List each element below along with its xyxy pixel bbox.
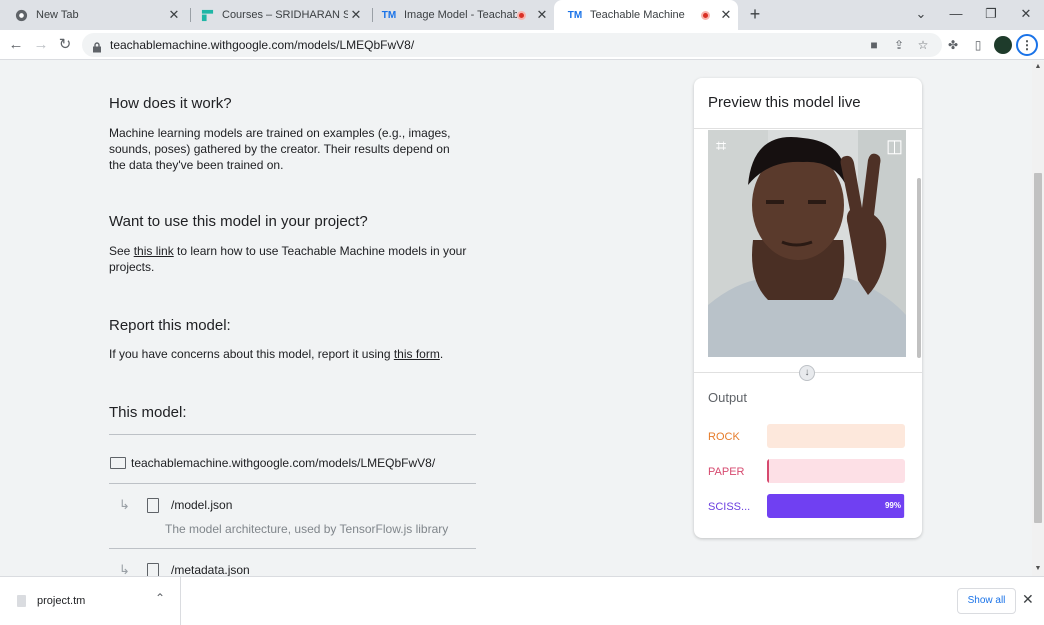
scroll-down-icon[interactable]: ▼ bbox=[1034, 565, 1042, 572]
file-icon bbox=[147, 562, 159, 576]
close-shelf-icon[interactable]: ✕ bbox=[1022, 591, 1034, 608]
class-label-scissors: SCISS... bbox=[708, 501, 751, 513]
folder-icon bbox=[110, 457, 126, 469]
url-text: teachablemachine.withgoogle.com/models/L… bbox=[110, 38, 415, 52]
bookmark-star-icon[interactable]: ☆ bbox=[914, 36, 932, 54]
download-shelf: project.tm ⌃ Show all ✕ bbox=[0, 576, 1044, 625]
file-row-model-json: ↳ /model.json bbox=[119, 497, 232, 513]
close-tab-icon[interactable]: ✕ bbox=[718, 7, 734, 23]
how-text: Machine learning models are trained on e… bbox=[109, 126, 451, 172]
minimize-icon[interactable]: — bbox=[946, 4, 966, 24]
new-tab-button[interactable]: + bbox=[745, 4, 765, 24]
class-label-paper: PAPER bbox=[708, 466, 745, 478]
output-label: Output bbox=[708, 390, 748, 405]
download-file-name: project.tm bbox=[37, 595, 86, 607]
report-form-link[interactable]: this form bbox=[394, 347, 440, 361]
this-link[interactable]: this link bbox=[134, 244, 174, 258]
arrow-down-icon[interactable]: ↓ bbox=[799, 365, 815, 381]
subdirectory-arrow-icon: ↳ bbox=[119, 562, 130, 576]
divider bbox=[109, 548, 476, 549]
flip-camera-icon[interactable]: ◫ bbox=[886, 136, 903, 157]
close-window-icon[interactable]: ✕ bbox=[1016, 4, 1036, 24]
close-tab-icon[interactable]: ✕ bbox=[166, 7, 182, 23]
side-panel-icon[interactable]: ▯ bbox=[969, 36, 987, 54]
file-row-metadata-json: ↳ /metadata.json bbox=[119, 562, 250, 576]
chrome-icon bbox=[14, 8, 28, 22]
share-icon[interactable]: ⇪ bbox=[890, 36, 908, 54]
report-heading: Report this model: bbox=[109, 317, 231, 334]
close-tab-icon[interactable]: ✕ bbox=[534, 7, 550, 23]
file-icon bbox=[17, 595, 26, 607]
tab-search-icon[interactable]: ⌄ bbox=[911, 4, 931, 24]
browser-toolbar: ← → ↻ teachablemachine.withgoogle.com/mo… bbox=[0, 30, 1044, 60]
file-icon bbox=[147, 497, 159, 513]
divider bbox=[109, 434, 476, 435]
restore-icon[interactable]: ❐ bbox=[981, 4, 1001, 24]
tab-courses[interactable]: Courses – SRIDHARAN S – Learn ✕ bbox=[186, 0, 372, 30]
address-bar[interactable]: teachablemachine.withgoogle.com/models/L… bbox=[82, 33, 942, 57]
chevron-up-icon[interactable]: ⌃ bbox=[155, 591, 165, 605]
confidence-bar-rock bbox=[767, 424, 905, 448]
avatar[interactable] bbox=[994, 36, 1012, 54]
recording-icon bbox=[517, 10, 526, 20]
courses-icon bbox=[200, 8, 214, 22]
download-item[interactable]: project.tm ⌃ bbox=[0, 577, 181, 625]
forward-icon[interactable]: → bbox=[31, 35, 51, 55]
divider bbox=[694, 128, 922, 129]
tab-title: Image Model - Teachable Ma bbox=[404, 9, 517, 21]
tab-new-tab[interactable]: New Tab ✕ bbox=[0, 0, 190, 30]
scrollbar-thumb[interactable] bbox=[1034, 173, 1042, 523]
model-heading: This model: bbox=[109, 404, 187, 421]
subdirectory-arrow-icon: ↳ bbox=[119, 497, 130, 512]
tab-image-model[interactable]: TM Image Model - Teachable Ma ✕ bbox=[368, 0, 554, 30]
confidence-bar-scissors: 99% bbox=[767, 494, 905, 518]
model-url: teachablemachine.withgoogle.com/models/L… bbox=[131, 456, 436, 470]
preview-card: Preview this model live ⌗ ◫ ↓ Output ROC… bbox=[694, 78, 922, 538]
lock-icon bbox=[92, 40, 102, 53]
crop-icon[interactable]: ⌗ bbox=[716, 136, 726, 157]
page-content: How does it work? Machine learning model… bbox=[0, 61, 1032, 576]
recording-icon bbox=[701, 10, 710, 20]
show-all-button[interactable]: Show all bbox=[957, 588, 1016, 614]
file-name: /metadata.json bbox=[171, 563, 250, 576]
how-heading: How does it work? bbox=[109, 95, 232, 112]
tab-strip: New Tab ✕ Courses – SRIDHARAN S – Learn … bbox=[0, 0, 1044, 30]
camera-icon[interactable]: ■ bbox=[865, 36, 883, 54]
report-text: If you have concerns about this model, r… bbox=[109, 347, 444, 361]
tab-title: New Tab bbox=[36, 9, 79, 21]
extensions-icon[interactable]: ✤ bbox=[944, 36, 962, 54]
reload-icon[interactable]: ↻ bbox=[55, 35, 75, 55]
tab-title: Teachable Machine bbox=[590, 9, 685, 21]
use-text: See this link to learn how to use Teacha… bbox=[109, 244, 467, 274]
confidence-bar-paper bbox=[767, 459, 905, 483]
class-label-rock: ROCK bbox=[708, 431, 740, 443]
model-folder-row: teachablemachine.withgoogle.com/models/L… bbox=[110, 456, 435, 470]
close-tab-icon[interactable]: ✕ bbox=[348, 7, 364, 23]
scroll-up-icon[interactable]: ▲ bbox=[1034, 63, 1042, 70]
webcam-preview: ⌗ ◫ bbox=[708, 130, 906, 357]
tab-title: Courses – SRIDHARAN S – Learn bbox=[222, 9, 348, 21]
tab-teachable-machine[interactable]: TM Teachable Machine ✕ bbox=[554, 0, 738, 30]
divider bbox=[109, 483, 476, 484]
page-scrollbar[interactable]: ▲ ▼ bbox=[1032, 61, 1044, 576]
tm-icon: TM bbox=[567, 9, 583, 21]
browser-menu-icon[interactable]: ⋮ bbox=[1016, 34, 1038, 56]
back-icon[interactable]: ← bbox=[6, 35, 26, 55]
file-description: The model architecture, used by TensorFl… bbox=[165, 522, 449, 536]
file-name: /model.json bbox=[171, 498, 233, 512]
use-heading: Want to use this model in your project? bbox=[109, 213, 368, 230]
card-scrollbar[interactable] bbox=[917, 178, 921, 358]
preview-title: Preview this model live bbox=[708, 94, 861, 111]
tm-icon: TM bbox=[381, 9, 397, 21]
